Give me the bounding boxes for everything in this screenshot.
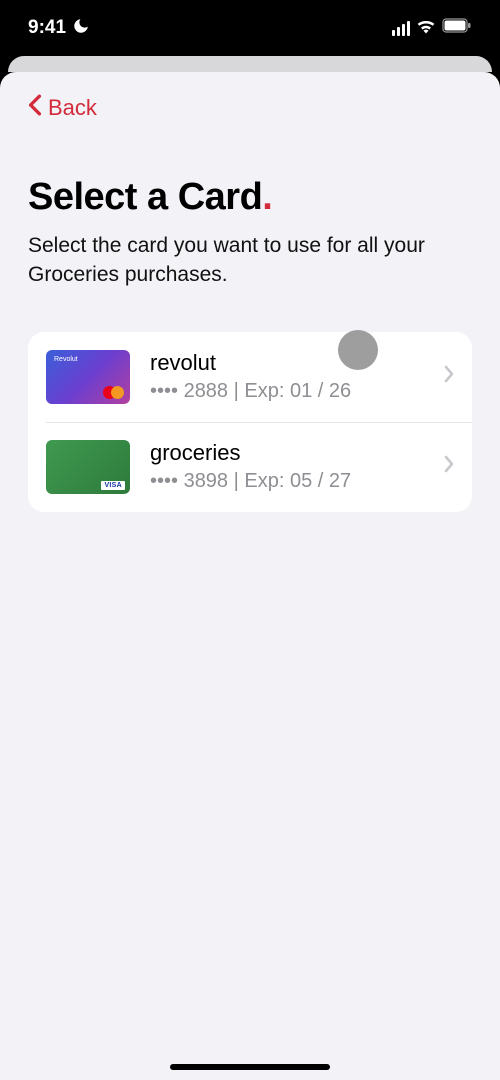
card-text: revolut •••• 2888 | Exp: 01 / 26 — [150, 350, 424, 403]
background-sheet — [8, 56, 492, 72]
card-meta: •••• 2888 | Exp: 01 / 26 — [150, 380, 424, 403]
back-button[interactable]: Back — [28, 94, 472, 122]
wifi-icon — [416, 18, 436, 39]
card-name: revolut — [150, 350, 424, 376]
status-bar: 9:41 — [0, 0, 500, 56]
cellular-icon — [392, 21, 411, 36]
card-meta: •••• 3898 | Exp: 05 / 27 — [150, 470, 424, 493]
home-indicator[interactable] — [170, 1064, 330, 1070]
card-list: Revolut revolut •••• 2888 | Exp: 01 / 26… — [28, 332, 472, 512]
chevron-left-icon — [28, 94, 42, 122]
card-item-groceries[interactable]: VISA groceries •••• 3898 | Exp: 05 / 27 — [28, 422, 472, 512]
card-brand-label: Revolut — [54, 356, 78, 363]
status-time: 9:41 — [28, 17, 66, 39]
visa-icon: VISA — [101, 481, 125, 490]
back-label: Back — [48, 95, 97, 121]
mastercard-icon — [103, 386, 124, 399]
page-subtitle: Select the card you want to use for all … — [28, 231, 472, 290]
card-text: groceries •••• 3898 | Exp: 05 / 27 — [150, 440, 424, 493]
card-art-groceries: VISA — [46, 440, 130, 494]
main-sheet: Back Select a Card. Select the card you … — [0, 72, 500, 1080]
card-art-revolut: Revolut — [46, 350, 130, 404]
status-left: 9:41 — [28, 17, 90, 40]
battery-icon — [442, 18, 472, 38]
title-dot: . — [262, 176, 272, 218]
chevron-right-icon — [444, 455, 454, 478]
card-item-revolut[interactable]: Revolut revolut •••• 2888 | Exp: 01 / 26 — [28, 332, 472, 422]
status-right — [392, 18, 473, 39]
moon-icon — [72, 17, 90, 40]
card-name: groceries — [150, 440, 424, 466]
page-title: Select a Card. — [28, 176, 472, 219]
chevron-right-icon — [444, 365, 454, 388]
